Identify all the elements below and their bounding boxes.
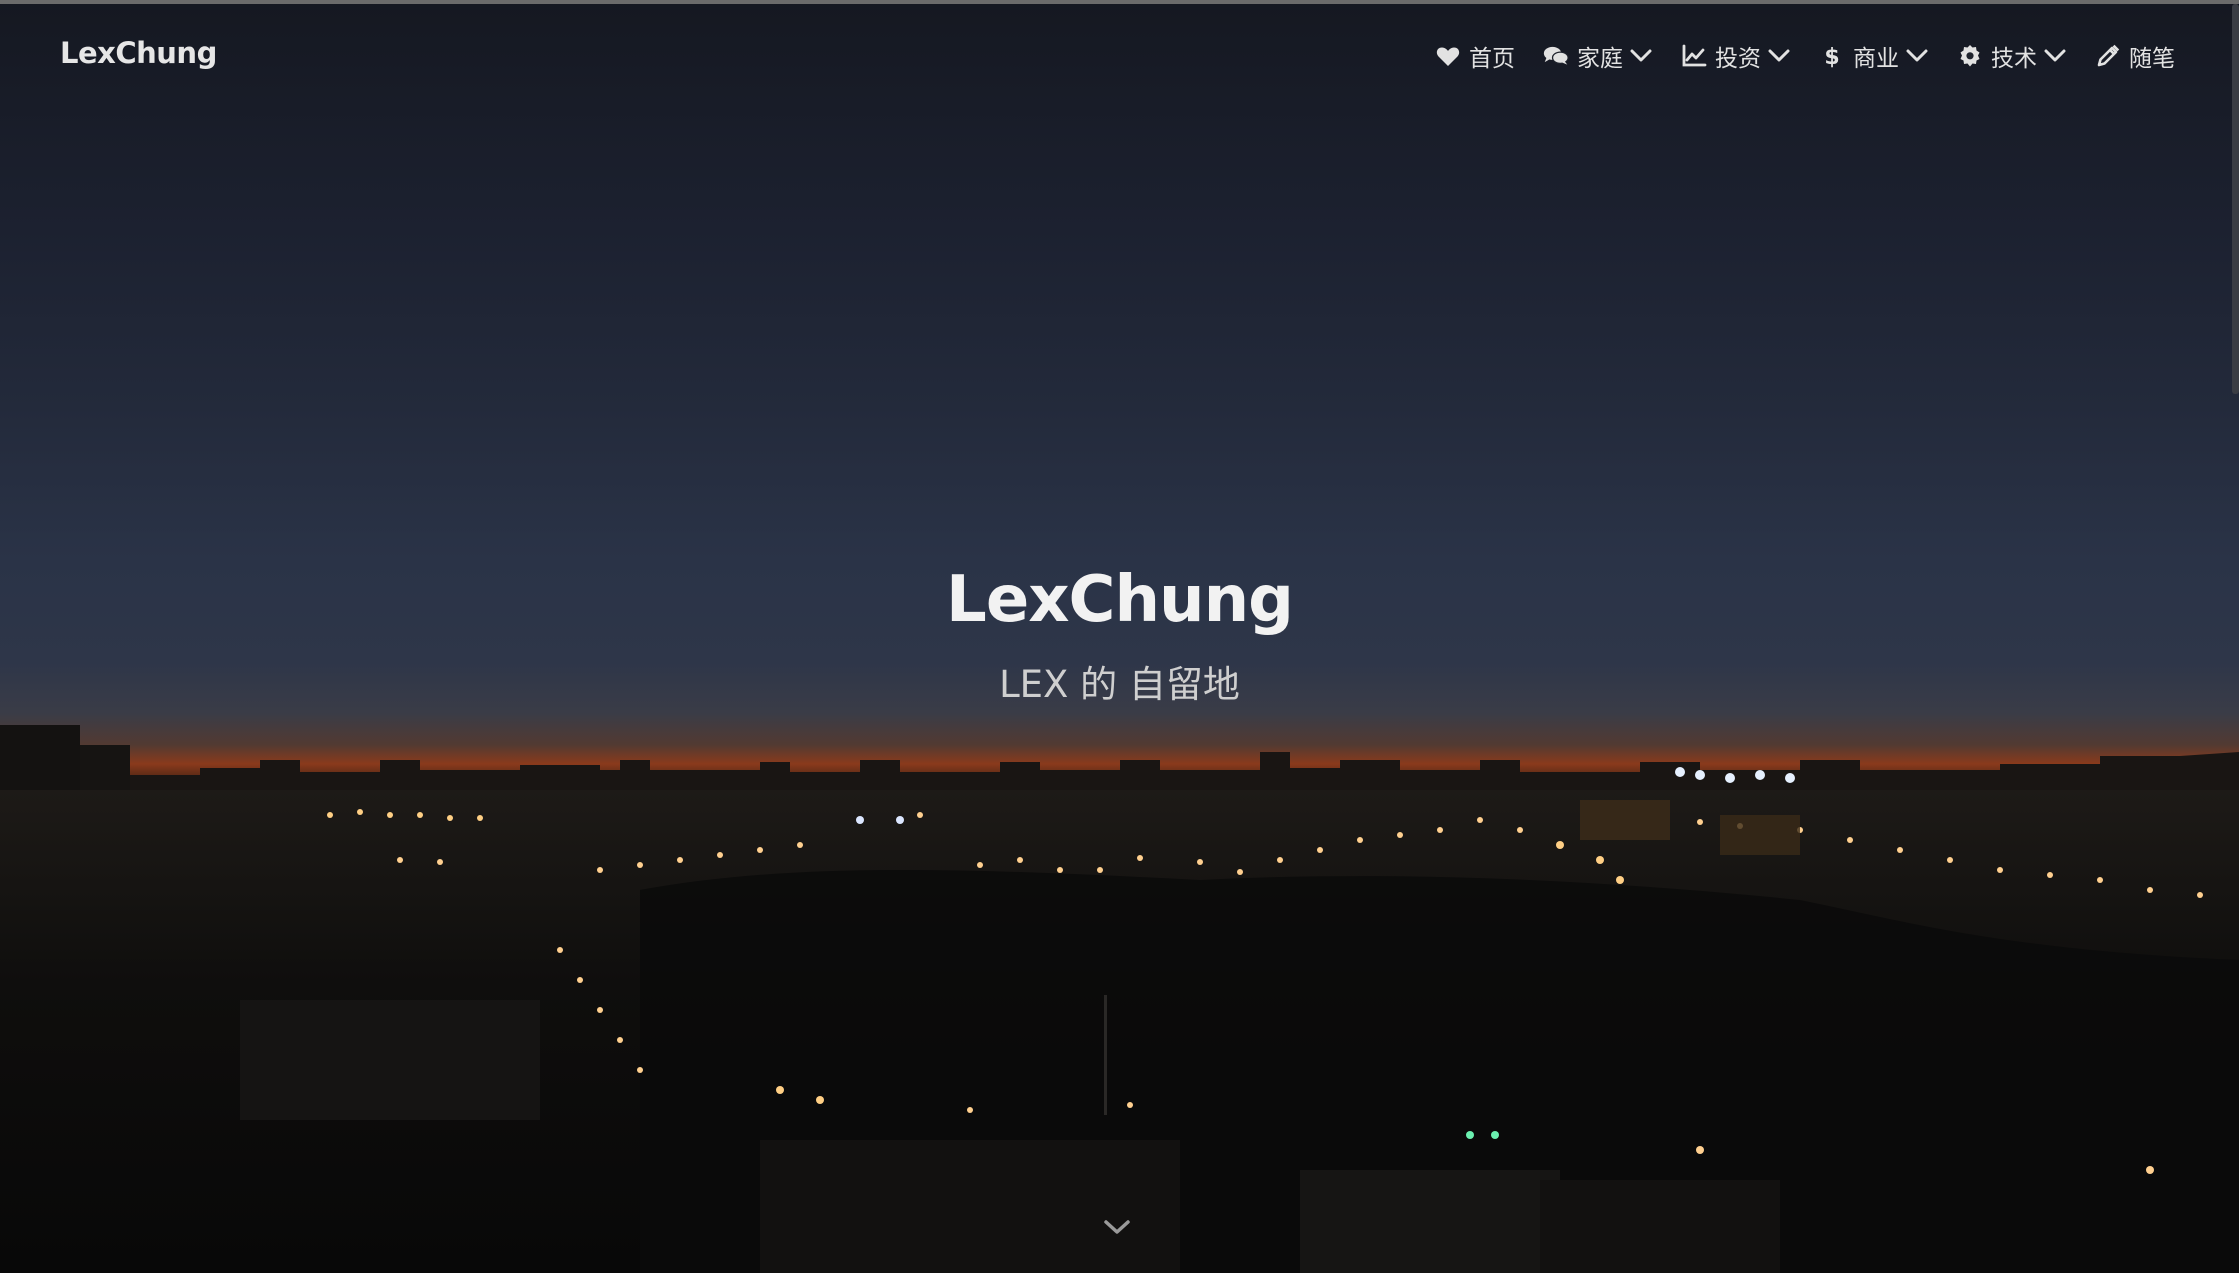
nav-item-essay[interactable]: 随笔 bbox=[2095, 36, 2175, 76]
site-brand[interactable]: LexChung bbox=[60, 36, 217, 70]
page: LexChung 首页 家庭 投资 $ 商业 技术 随笔 LexChung LE… bbox=[0, 0, 2239, 1273]
chevron-down-icon bbox=[1905, 44, 1929, 68]
chevron-down-icon bbox=[1767, 44, 1791, 68]
nav-item-label: 首页 bbox=[1469, 46, 1515, 72]
gear-icon bbox=[1957, 43, 1983, 69]
main-nav: 首页 家庭 投资 $ 商业 技术 随笔 bbox=[1407, 36, 2175, 76]
comments-icon bbox=[1543, 43, 1569, 69]
chevron-down-icon[interactable] bbox=[1100, 1215, 1134, 1239]
scrollbar-thumb[interactable] bbox=[2232, 4, 2239, 394]
nav-item-label: 投资 bbox=[1715, 46, 1761, 72]
top-border bbox=[0, 0, 2239, 4]
nav-item-label: 随笔 bbox=[2129, 46, 2175, 72]
svg-text:$: $ bbox=[1824, 45, 1839, 69]
nav-item-business[interactable]: $ 商业 bbox=[1819, 36, 1929, 76]
nav-item-label: 家庭 bbox=[1577, 46, 1623, 72]
hero-subtitle: LEX 的 自留地 bbox=[999, 663, 1240, 706]
nav-item-tech[interactable]: 技术 bbox=[1957, 36, 2067, 76]
chevron-down-icon bbox=[2043, 44, 2067, 68]
pencil-icon bbox=[2095, 43, 2121, 69]
nav-item-family[interactable]: 家庭 bbox=[1543, 36, 1653, 76]
dollar-icon: $ bbox=[1819, 43, 1845, 69]
chevron-down-icon bbox=[1629, 44, 1653, 68]
line-chart-icon bbox=[1681, 43, 1707, 69]
heart-icon bbox=[1435, 43, 1461, 69]
nav-item-invest[interactable]: 投资 bbox=[1681, 36, 1791, 76]
nav-item-home[interactable]: 首页 bbox=[1435, 36, 1515, 76]
hero-title: LexChung bbox=[946, 563, 1294, 637]
nav-item-label: 技术 bbox=[1991, 46, 2037, 72]
nav-item-label: 商业 bbox=[1853, 46, 1899, 72]
